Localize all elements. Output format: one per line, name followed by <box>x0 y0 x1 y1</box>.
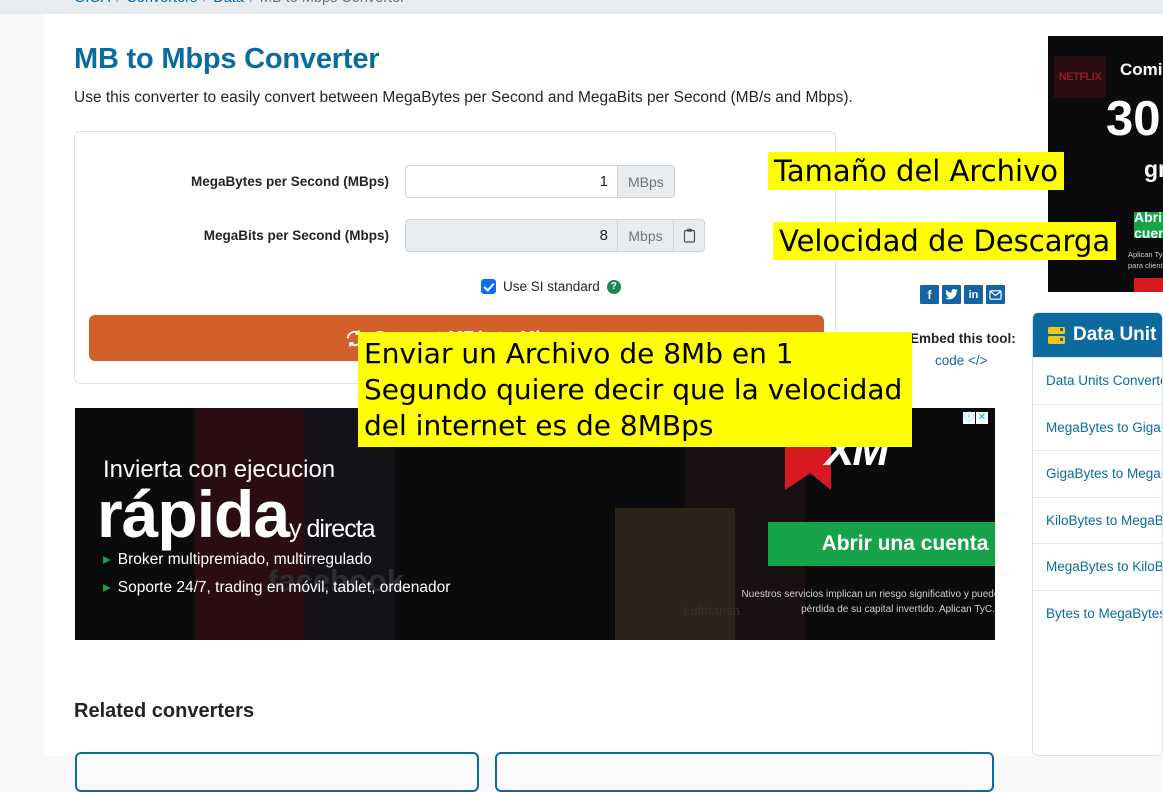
ad-choices[interactable]: ⓘ ✕ <box>963 412 988 424</box>
ad-disclaimer: Nuestros servicios implican un riesgo si… <box>741 589 995 615</box>
converter-row-megabytes: MegaBytes per Second (MBps) MBps <box>75 165 835 198</box>
megabytes-field-label: MegaBytes per Second (MBps) <box>190 174 389 189</box>
converter-row-megabits: MegaBits per Second (Mbps) Mbps <box>75 219 835 252</box>
related-converter-card[interactable] <box>495 752 994 792</box>
megabytes-input[interactable] <box>405 165 617 198</box>
info-icon[interactable]: ⓘ <box>963 412 975 424</box>
clipboard-icon[interactable] <box>673 219 705 252</box>
sidebar-item-kb-to-mb[interactable]: KiloBytes to MegaBytes Converter <box>1033 496 1162 544</box>
ad-side-headline-2: 30 <box>1106 92 1161 146</box>
breadcrumb-item-data[interactable]: Data <box>213 0 244 6</box>
ad-headline-secondary: rápiday directa <box>97 476 376 552</box>
si-standard-checkbox[interactable] <box>481 279 496 294</box>
triangle-icon: ▸ <box>103 579 111 596</box>
breadcrumb-item-converters[interactable]: Converters <box>126 0 197 6</box>
annotation-explanation: Enviar un Archivo de 8Mb en 1 Segundo qu… <box>358 332 912 448</box>
sidebar-item-gb-to-mb[interactable]: GigaBytes to MegaBytes Converter <box>1033 450 1162 497</box>
triangle-icon: ▸ <box>103 551 111 568</box>
annotation-download-speed: Velocidad de Descarga <box>773 222 1117 260</box>
sidebar-item-bytes-to-mb[interactable]: Bytes to MegaBytes Converter <box>1033 589 1162 637</box>
megabits-result-input[interactable] <box>405 219 617 252</box>
annotation-file-size: Tamaño del Archivo <box>768 152 1064 190</box>
help-icon[interactable]: ? <box>606 279 621 294</box>
ad-brand-tile: NETFLIX <box>1054 56 1106 98</box>
email-icon[interactable] <box>986 285 1005 304</box>
megabits-field-label: MegaBits per Second (Mbps) <box>203 228 389 243</box>
ad-side-cta-button[interactable]: Abrir una cuenta <box>1134 209 1163 241</box>
breadcrumb: GIGA / Converters / Data / MB to Mbps Converte… <box>74 0 405 6</box>
megabits-input-group: Mbps <box>405 219 705 252</box>
ad-side-flag-shape <box>1134 278 1163 292</box>
breadcrumb-separator: / <box>250 0 254 6</box>
twitter-icon[interactable] <box>942 285 961 304</box>
sidebar-item-mb-to-kb[interactable]: MegaBytes to KiloBytes Converter <box>1033 543 1162 590</box>
ad-headline-word: rápida <box>97 477 290 551</box>
ad-side-disclaimer: Aplican TyC. Bono no disponible para cli… <box>1128 250 1163 271</box>
ad-cta-button[interactable]: Abrir una cuenta <box>768 522 995 566</box>
ad-headline-word-small: y directa <box>289 515 375 543</box>
facebook-icon[interactable]: f <box>920 285 939 304</box>
sidebar-item-data-units[interactable]: Data Units Converter <box>1033 357 1162 404</box>
si-standard-row[interactable]: Use SI standard ? <box>481 279 621 294</box>
sidebar-header-title: Data Unit Converters <box>1073 324 1162 345</box>
embed-label: Embed this tool: <box>910 331 1016 346</box>
megabits-unit-addon: Mbps <box>617 219 673 252</box>
megabytes-unit-addon: MBps <box>617 165 675 198</box>
page-lead-text: Use this converter to easily convert bet… <box>74 89 853 106</box>
linkedin-icon[interactable]: in <box>964 285 983 304</box>
sidebar-header: Data Unit Converters <box>1033 313 1162 357</box>
megabytes-input-group: MBps <box>405 165 675 198</box>
close-icon[interactable]: ✕ <box>976 412 988 424</box>
breadcrumb-item-giga[interactable]: GIGA <box>74 0 110 6</box>
breadcrumb-separator: / <box>116 0 120 6</box>
breadcrumb-item-current: MB to Mbps Converter <box>260 0 405 6</box>
share-row: f in <box>920 285 1005 304</box>
embed-code-link[interactable]: code </> <box>935 353 988 368</box>
related-converters-title: Related converters <box>74 700 255 722</box>
ad-side-headline-1: Comienza <box>1120 60 1163 79</box>
breadcrumb-separator: / <box>203 0 207 6</box>
si-standard-label: Use SI standard <box>503 279 600 294</box>
ad-bullet: ▸ Soporte 24/7, trading en móvil, tablet,… <box>103 579 451 596</box>
ad-side-headline-3: gratis <box>1144 156 1163 182</box>
page-title: MB to Mbps Converter <box>74 43 380 75</box>
ad-bullet: ▸ Broker multipremiado, multirregulado <box>103 551 372 568</box>
sidebar-panel: Data Unit Converters Data Units Converte… <box>1032 312 1163 756</box>
breadcrumb-bar: GIGA / Converters / Data / MB to Mbps Converte… <box>0 0 1163 14</box>
sidebar-item-mb-to-gb[interactable]: MegaBytes to GigaBytes Converter <box>1033 403 1162 451</box>
server-icon <box>1048 326 1065 344</box>
related-converter-card[interactable] <box>75 752 479 792</box>
